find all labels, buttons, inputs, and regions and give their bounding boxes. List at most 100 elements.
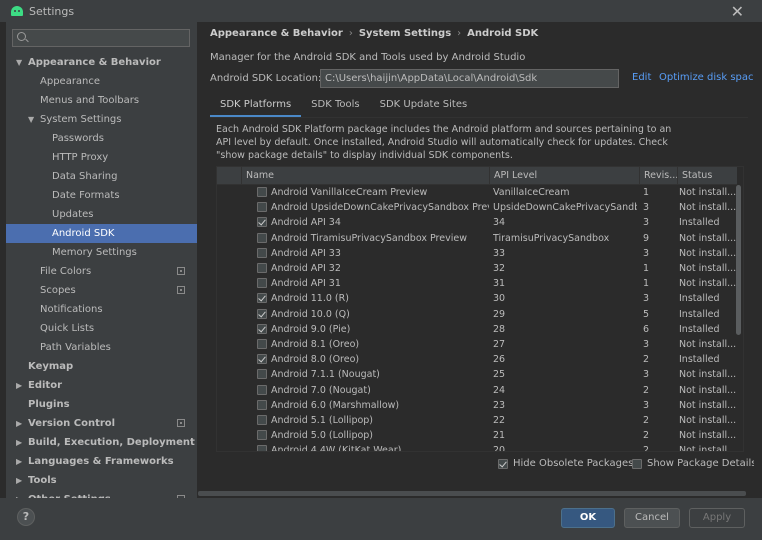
package-checkbox[interactable]	[257, 369, 267, 380]
table-row[interactable]: Android 7.0 (Nougat) 24 2 Not install...	[217, 383, 737, 398]
table-row[interactable]: Android 10.0 (Q) 29 5 Installed	[217, 307, 737, 322]
chevron-right-icon[interactable]: ▶	[16, 490, 22, 498]
package-checkbox[interactable]	[257, 323, 267, 334]
package-name: Android 10.0 (Q)	[271, 308, 350, 320]
edit-link[interactable]: Edit	[632, 72, 651, 83]
table-row[interactable]: Android 11.0 (R) 30 3 Installed	[217, 291, 737, 306]
sidebar-item[interactable]: ▶ Editor	[6, 376, 197, 395]
tab-sdk-update-sites[interactable]: SDK Update Sites	[370, 94, 478, 118]
sidebar-item[interactable]: Data Sharing	[6, 167, 197, 186]
sidebar-item[interactable]: ▶ Languages & Frameworks	[6, 452, 197, 471]
column-header-name[interactable]: Name	[241, 167, 489, 185]
sidebar-item[interactable]: Menus and Toolbars	[6, 91, 197, 110]
column-header-revision[interactable]: Revis...	[639, 167, 677, 185]
sidebar-item[interactable]: Passwords	[6, 129, 197, 148]
sdk-location-field[interactable]: C:\Users\haijin\AppData\Local\Android\Sd…	[320, 69, 619, 88]
table-row[interactable]: Android 6.0 (Marshmallow) 23 3 Not install.…	[217, 398, 737, 413]
tab-sdk-tools[interactable]: SDK Tools	[301, 94, 369, 118]
ok-button[interactable]: OK	[561, 508, 615, 528]
sidebar-item[interactable]: File Colors	[6, 262, 197, 281]
package-checkbox[interactable]	[257, 308, 267, 319]
sidebar-item-label: Keymap	[28, 361, 74, 372]
table-row[interactable]: Android 5.1 (Lollipop) 22 2 Not install...	[217, 413, 737, 428]
table-row[interactable]: Android VanillaIceCream Preview VanillaIc…	[217, 185, 737, 200]
project-scope-icon	[177, 419, 185, 427]
chevron-down-icon[interactable]: ▼	[16, 53, 22, 72]
table-row[interactable]: Android 5.0 (Lollipop) 21 2 Not install...	[217, 428, 737, 443]
package-checkbox[interactable]	[257, 445, 267, 451]
sidebar-item[interactable]: Plugins	[6, 395, 197, 414]
package-checkbox[interactable]	[257, 399, 267, 410]
table-row[interactable]: Android 8.1 (Oreo) 27 3 Not install...	[217, 337, 737, 352]
sidebar-item[interactable]: ▼ System Settings	[6, 110, 197, 129]
table-row[interactable]: Android API 33 33 3 Not install...	[217, 246, 737, 261]
package-checkbox[interactable]	[257, 384, 267, 395]
package-checkbox[interactable]	[257, 247, 267, 258]
sidebar-item[interactable]: Appearance	[6, 72, 197, 91]
cancel-button[interactable]: Cancel	[624, 508, 680, 528]
close-icon[interactable]: ✕	[731, 2, 744, 21]
package-checkbox[interactable]	[257, 232, 267, 243]
sidebar-item[interactable]: Android SDK	[6, 224, 197, 243]
table-row[interactable]: Android 4.4W (KitKat Wear) 20 2 Not install…	[217, 443, 737, 451]
chevron-right-icon[interactable]: ▶	[16, 433, 22, 452]
help-button[interactable]: ?	[17, 508, 35, 526]
table-row[interactable]: Android API 31 31 1 Not install...	[217, 276, 737, 291]
sidebar-item[interactable]: Notifications	[6, 300, 197, 319]
search-input[interactable]	[29, 30, 187, 46]
chevron-right-icon[interactable]: ▶	[16, 414, 22, 433]
package-checkbox[interactable]	[257, 187, 267, 197]
table-row[interactable]: Android UpsideDownCakePrivacySandbox Pre…	[217, 200, 737, 215]
sidebar-item-label: Appearance	[40, 76, 101, 87]
sidebar-item[interactable]: ▶ Version Control	[6, 414, 197, 433]
package-checkbox[interactable]	[257, 415, 267, 425]
table-row[interactable]: Android API 34 34 3 Installed	[217, 215, 737, 230]
package-checkbox[interactable]	[257, 354, 267, 365]
column-header-api-level[interactable]: API Level	[489, 167, 639, 185]
column-header-status[interactable]: Status	[677, 167, 737, 185]
hide-obsolete-packages-option[interactable]: Hide Obsolete Packages	[498, 458, 633, 469]
table-row[interactable]: Android 7.1.1 (Nougat) 25 3 Not install...	[217, 367, 737, 382]
settings-search[interactable]	[12, 29, 190, 47]
package-checkbox[interactable]	[257, 430, 267, 441]
api-level: 30	[493, 293, 506, 305]
sidebar-item[interactable]: Keymap	[6, 357, 197, 376]
sidebar-item[interactable]: ▶ Other Settings	[6, 490, 197, 498]
package-checkbox[interactable]	[257, 278, 267, 289]
tab-sdk-platforms[interactable]: SDK Platforms	[210, 94, 302, 118]
sidebar-item-label: Memory Settings	[52, 247, 137, 258]
chevron-right-icon[interactable]: ▶	[16, 471, 22, 490]
table-vertical-scrollbar[interactable]	[736, 185, 741, 335]
package-checkbox[interactable]	[257, 202, 267, 213]
chevron-right-icon[interactable]: ▶	[16, 376, 22, 395]
table-row[interactable]: Android 9.0 (Pie) 28 6 Installed	[217, 322, 737, 337]
package-checkbox[interactable]	[257, 293, 267, 304]
chevron-down-icon[interactable]: ▼	[28, 110, 34, 129]
show-details-checkbox[interactable]	[632, 458, 642, 469]
sidebar-item[interactable]: ▼ Appearance & Behavior	[6, 53, 197, 72]
sidebar-item[interactable]: Date Formats	[6, 186, 197, 205]
optimize-disk-space-link[interactable]: Optimize disk space	[659, 72, 760, 83]
sidebar-item[interactable]: Quick Lists	[6, 319, 197, 338]
sidebar-item[interactable]: Memory Settings	[6, 243, 197, 262]
sidebar-item[interactable]: ▶ Tools	[6, 471, 197, 490]
package-checkbox[interactable]	[257, 339, 267, 349]
breadcrumb-item[interactable]: Appearance & Behavior	[210, 28, 343, 39]
table-row[interactable]: Android API 32 32 1 Not install...	[217, 261, 737, 276]
package-checkbox[interactable]	[257, 263, 267, 273]
table-row[interactable]: Android TiramisuPrivacySandbox Preview Ti…	[217, 231, 737, 246]
apply-button[interactable]: Apply	[689, 508, 745, 528]
sidebar-item[interactable]: Scopes	[6, 281, 197, 300]
sidebar-item[interactable]: Updates	[6, 205, 197, 224]
sidebar-item[interactable]: Path Variables	[6, 338, 197, 357]
hide-obsolete-checkbox[interactable]	[498, 458, 508, 469]
table-row[interactable]: Android 8.0 (Oreo) 26 2 Installed	[217, 352, 737, 367]
show-package-details-option[interactable]: Show Package Details	[632, 458, 756, 469]
sidebar-item[interactable]: ▶ Build, Execution, Deployment	[6, 433, 197, 452]
chevron-right-icon[interactable]: ▶	[16, 452, 22, 471]
breadcrumb-item[interactable]: System Settings	[359, 28, 451, 39]
sidebar-item[interactable]: HTTP Proxy	[6, 148, 197, 167]
package-checkbox[interactable]	[257, 217, 267, 228]
revision: 9	[643, 232, 650, 244]
panel-horizontal-scrollbar[interactable]	[198, 491, 746, 496]
